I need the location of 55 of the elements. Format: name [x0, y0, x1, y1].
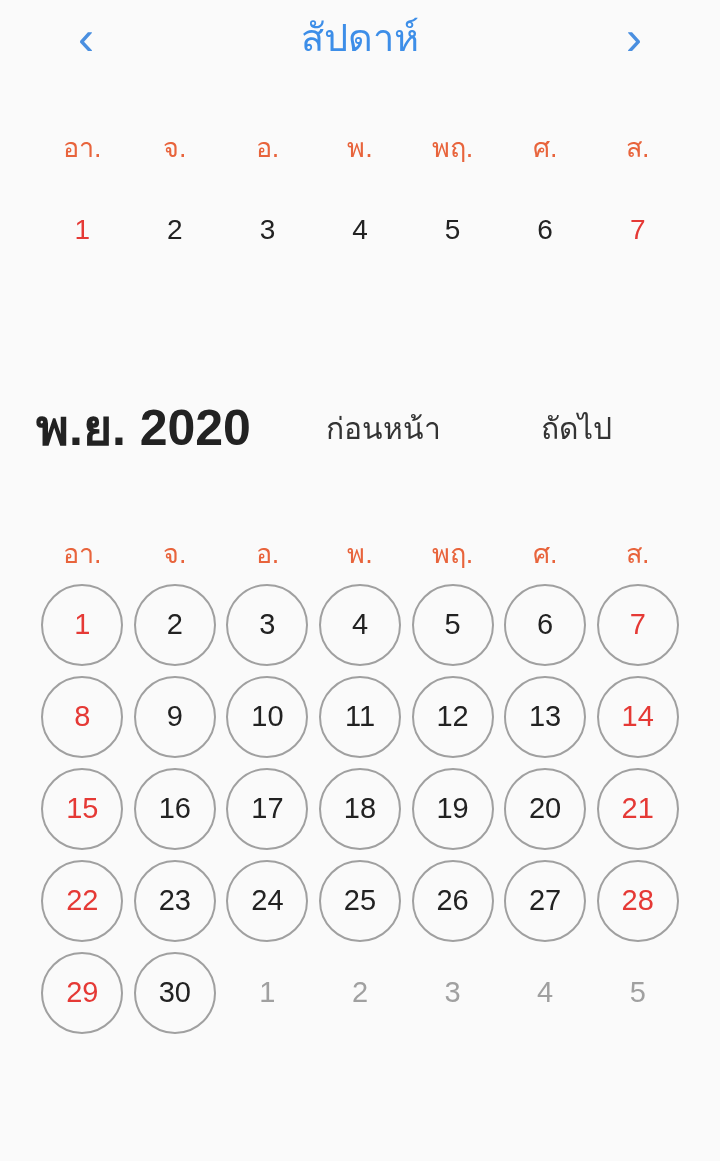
- next-month-button[interactable]: ถัดไป: [541, 405, 612, 451]
- day-button[interactable]: 11: [319, 676, 401, 758]
- week-day[interactable]: 5: [444, 213, 461, 245]
- weekday-label: อ.: [255, 133, 280, 163]
- month-title: พ.ย. 2020: [36, 398, 252, 458]
- day-button[interactable]: 12: [411, 676, 494, 758]
- week-day[interactable]: 6: [537, 213, 553, 245]
- previous-month-button[interactable]: ก่อนหน้า: [326, 405, 541, 451]
- day-button[interactable]: 14: [596, 676, 679, 758]
- day-button[interactable]: 24: [226, 860, 309, 942]
- day-button[interactable]: 22: [41, 860, 124, 942]
- day-button[interactable]: 13: [504, 676, 587, 758]
- day-button[interactable]: 4: [319, 584, 401, 666]
- day-button[interactable]: 1: [41, 584, 124, 666]
- day-button[interactable]: 7: [596, 584, 679, 666]
- day-button[interactable]: 18: [319, 768, 401, 850]
- day-button[interactable]: 8: [41, 676, 124, 758]
- weekday-label: ศ.: [532, 133, 558, 163]
- day-button[interactable]: 29: [41, 952, 124, 1034]
- weekday-label: ส.: [625, 133, 650, 163]
- weekday-label: พฤ.: [431, 538, 474, 569]
- week-day[interactable]: 3: [259, 213, 276, 245]
- day-button[interactable]: 16: [133, 768, 216, 850]
- weekday-label: พฤ.: [431, 133, 474, 163]
- day-button[interactable]: 20: [504, 768, 587, 850]
- week-day[interactable]: 7: [629, 213, 646, 245]
- weekday-label: จ.: [163, 133, 187, 163]
- day-button[interactable]: 28: [596, 860, 679, 942]
- day-button[interactable]: 3: [226, 584, 309, 666]
- weekday-label: จ.: [163, 538, 187, 569]
- day-button[interactable]: 26: [411, 860, 494, 942]
- week-day[interactable]: 2: [167, 213, 183, 245]
- day-button[interactable]: 17: [226, 768, 309, 850]
- day-button[interactable]: 19: [411, 768, 494, 850]
- weekday-label: ศ.: [532, 538, 558, 569]
- day-button[interactable]: 5: [411, 584, 494, 666]
- day-button[interactable]: 15: [41, 768, 124, 850]
- week-day[interactable]: 4: [352, 213, 368, 245]
- day-button[interactable]: 6: [504, 584, 587, 666]
- weekday-label: อา.: [63, 133, 102, 163]
- weekday-label: อา.: [63, 538, 102, 569]
- weekday-label: พ.: [347, 133, 373, 163]
- weekday-label: พ.: [347, 538, 373, 569]
- view-title: สัปดาห์: [301, 15, 419, 61]
- day-button[interactable]: 25: [319, 860, 401, 942]
- day-button[interactable]: 27: [504, 860, 587, 942]
- day-button[interactable]: 21: [596, 768, 679, 850]
- day-button[interactable]: 23: [133, 860, 216, 942]
- day-button[interactable]: 2: [133, 584, 216, 666]
- day-button[interactable]: 30: [133, 952, 216, 1034]
- weekday-label: ส.: [625, 538, 650, 569]
- week-day[interactable]: 1: [74, 213, 91, 245]
- day-button[interactable]: 9: [133, 676, 216, 758]
- day-button[interactable]: 10: [226, 676, 309, 758]
- weekday-label: อ.: [255, 538, 280, 569]
